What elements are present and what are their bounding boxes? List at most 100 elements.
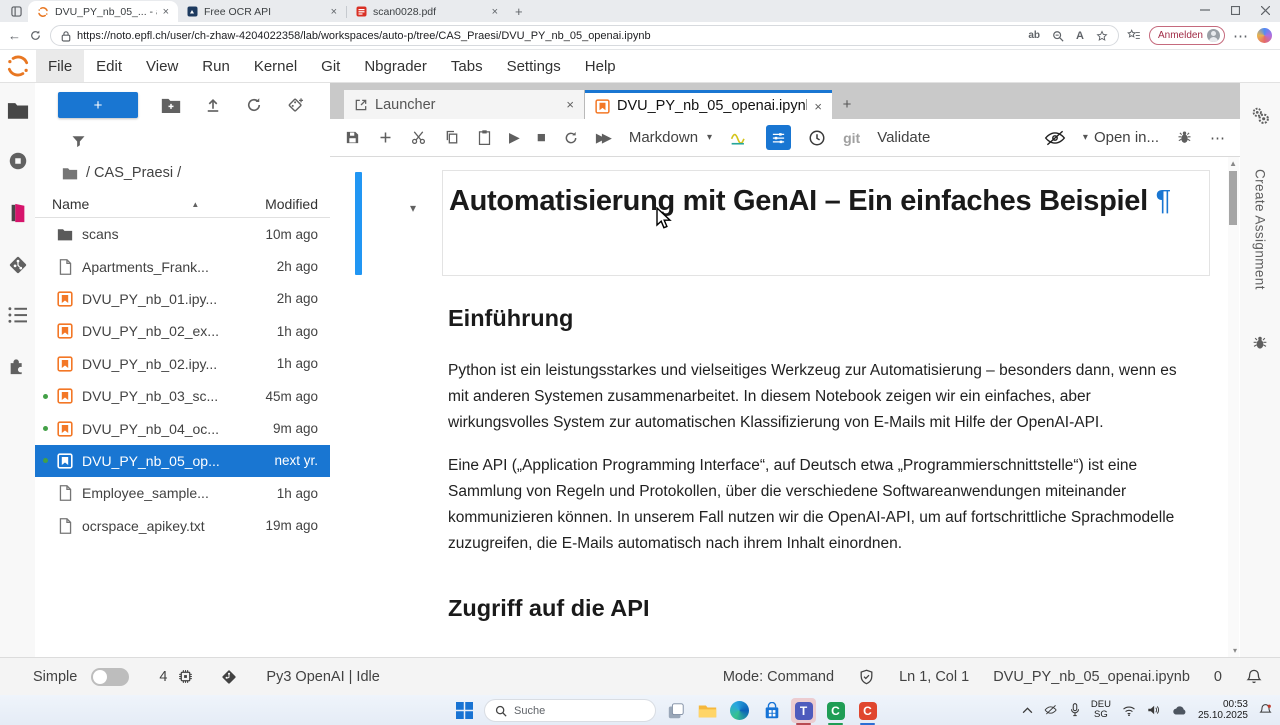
terminal-chip-icon[interactable]	[177, 668, 194, 685]
add-cell-icon[interactable]	[378, 130, 393, 145]
onedrive-icon[interactable]	[1171, 705, 1187, 716]
microphone-icon[interactable]	[1070, 703, 1080, 717]
upload-icon[interactable]	[204, 96, 222, 114]
save-icon[interactable]	[344, 129, 361, 146]
file-row[interactable]: DVU_PY_nb_01.ipy... 2h ago	[35, 283, 330, 315]
file-row[interactable]: DVU_PY_nb_02.ipy... 1h ago	[35, 348, 330, 380]
close-icon[interactable]: ×	[163, 6, 169, 18]
translate-icon[interactable]: ab	[1028, 30, 1040, 41]
scroll-up-icon[interactable]: ▲	[1229, 159, 1237, 168]
toc-icon[interactable]	[7, 306, 29, 324]
maximize-button[interactable]	[1220, 0, 1250, 20]
refresh-icon[interactable]	[29, 29, 42, 42]
git-status-icon[interactable]	[220, 668, 238, 686]
start-button[interactable]	[452, 698, 477, 723]
tab-notebook-active[interactable]: DVU_PY_nb_05_openai.ipynb ×	[585, 90, 832, 119]
speaker-icon[interactable]	[1147, 704, 1160, 716]
file-row[interactable]: Apartments_Frank... 2h ago	[35, 250, 330, 282]
address-bar[interactable]: https://noto.epfl.ch/user/ch-zhaw-420402…	[50, 25, 1119, 46]
tab-actions-icon[interactable]	[8, 2, 24, 20]
paste-icon[interactable]	[477, 129, 492, 146]
browser-tab-ocr[interactable]: Free OCR API ×	[178, 1, 346, 22]
camtasia-green-icon[interactable]: C	[823, 698, 848, 723]
zoom-icon[interactable]	[1052, 30, 1064, 42]
file-explorer-icon[interactable]	[695, 698, 720, 723]
cell-type-dropdown[interactable]: Markdown ▾	[629, 129, 712, 146]
anchor-link[interactable]: ¶	[1156, 185, 1171, 217]
create-assignment-tab[interactable]: Create Assignment	[1253, 169, 1268, 290]
filter-funnel-icon[interactable]	[71, 134, 86, 149]
copy-icon[interactable]	[444, 129, 460, 146]
tray-chevron-up-icon[interactable]	[1022, 707, 1033, 714]
camtasia-red-icon[interactable]: C	[855, 698, 880, 723]
running-kernels-icon[interactable]	[7, 150, 29, 172]
sort-asc-icon[interactable]: ▲	[191, 200, 199, 209]
trust-shield-icon[interactable]	[858, 668, 875, 686]
tab-launcher[interactable]: Launcher ×	[344, 90, 585, 119]
scrollbar-thumb[interactable]	[1229, 171, 1237, 225]
browser-tab-pdf[interactable]: scan0028.pdf ×	[347, 1, 507, 22]
task-view-icon[interactable]	[663, 698, 688, 723]
camera-off-icon[interactable]	[1044, 704, 1059, 716]
debugger-bug-icon[interactable]	[1176, 129, 1193, 146]
column-name[interactable]: Name	[52, 196, 89, 212]
language-indicator[interactable]: DEUSG	[1091, 700, 1111, 720]
file-row[interactable]: DVU_PY_nb_04_oc... 9m ago	[35, 412, 330, 444]
close-icon[interactable]: ×	[814, 99, 822, 114]
debugger-sidebar-bug-icon[interactable]	[1251, 334, 1269, 352]
refresh-files-icon[interactable]	[245, 96, 263, 114]
back-icon[interactable]: ←	[8, 28, 21, 43]
file-row[interactable]: DVU_PY_nb_02_ex... 1h ago	[35, 315, 330, 347]
restart-kernel-icon[interactable]	[563, 130, 579, 146]
file-row[interactable]: ocrspace_apikey.txt 19m ago	[35, 510, 330, 542]
extensions-icon[interactable]	[7, 354, 29, 376]
menu-help[interactable]: Help	[573, 50, 628, 82]
more-actions-icon[interactable]: ⋯	[1210, 129, 1226, 147]
cut-icon[interactable]	[410, 129, 427, 146]
file-row[interactable]: Employee_sample... 1h ago	[35, 477, 330, 509]
menu-file[interactable]: File	[36, 50, 84, 82]
new-tab-button[interactable]: +	[515, 4, 523, 19]
favorites-bar-icon[interactable]	[1127, 29, 1141, 42]
bell-icon[interactable]	[1246, 668, 1262, 686]
breadcrumb[interactable]: / CAS_Praesi /	[35, 155, 330, 191]
cursor-position[interactable]: Ln 1, Col 1	[899, 669, 969, 685]
cell-tools-icon[interactable]	[766, 125, 791, 150]
run-icon[interactable]: ▶	[509, 129, 520, 146]
menu-settings[interactable]: Settings	[495, 50, 573, 82]
scrollbar[interactable]: ▲ ▾	[1228, 157, 1239, 657]
file-browser-icon[interactable]	[7, 101, 29, 120]
kernel-status[interactable]: Py3 OpenAI | Idle	[266, 669, 379, 685]
copilot-icon[interactable]	[1257, 28, 1272, 43]
signin-button[interactable]: Anmelden	[1149, 26, 1225, 45]
menu-kernel[interactable]: Kernel	[242, 50, 309, 82]
execution-chart-icon[interactable]	[729, 129, 749, 147]
close-icon[interactable]: ×	[566, 97, 574, 112]
stop-icon[interactable]: ■	[537, 129, 546, 146]
menu-git[interactable]: Git	[309, 50, 352, 82]
menu-edit[interactable]: Edit	[84, 50, 134, 82]
scroll-down-icon[interactable]: ▾	[1233, 646, 1237, 655]
taskbar-search[interactable]: Suche	[484, 699, 656, 722]
git-clone-icon[interactable]	[286, 96, 305, 115]
nbgrader-book-icon[interactable]	[8, 202, 28, 224]
url-text[interactable]: https://noto.epfl.ch/user/ch-zhaw-420402…	[77, 30, 1022, 42]
add-tab-button[interactable]: +	[832, 90, 862, 119]
close-window-button[interactable]	[1250, 0, 1280, 20]
markdown-cell-title[interactable]: Automatisierung mit GenAI – Ein einfache…	[442, 170, 1210, 276]
minimize-button[interactable]	[1190, 0, 1220, 20]
read-aloud-icon[interactable]: A	[1076, 30, 1084, 42]
clock[interactable]: 00:5325.10.2025	[1198, 699, 1248, 721]
simple-mode-toggle[interactable]	[91, 668, 129, 686]
new-folder-icon[interactable]	[161, 97, 181, 114]
notebook-content[interactable]: ▾ Automatisierung mit GenAI – Ein einfac…	[330, 157, 1240, 657]
file-row[interactable]: DVU_PY_nb_03_sc... 45m ago	[35, 380, 330, 412]
column-modified[interactable]: Modified	[265, 196, 318, 212]
new-launcher-button[interactable]: +	[58, 92, 138, 118]
menu-view[interactable]: View	[134, 50, 190, 82]
menu-run[interactable]: Run	[190, 50, 242, 82]
property-inspector-gears-icon[interactable]	[1249, 105, 1271, 127]
teams-icon[interactable]: T	[791, 698, 816, 723]
browser-menu-icon[interactable]: ⋯	[1233, 27, 1249, 45]
browser-tab-notebook[interactable]: DVU_PY_nb_05_... - auto-p ×	[28, 1, 178, 22]
